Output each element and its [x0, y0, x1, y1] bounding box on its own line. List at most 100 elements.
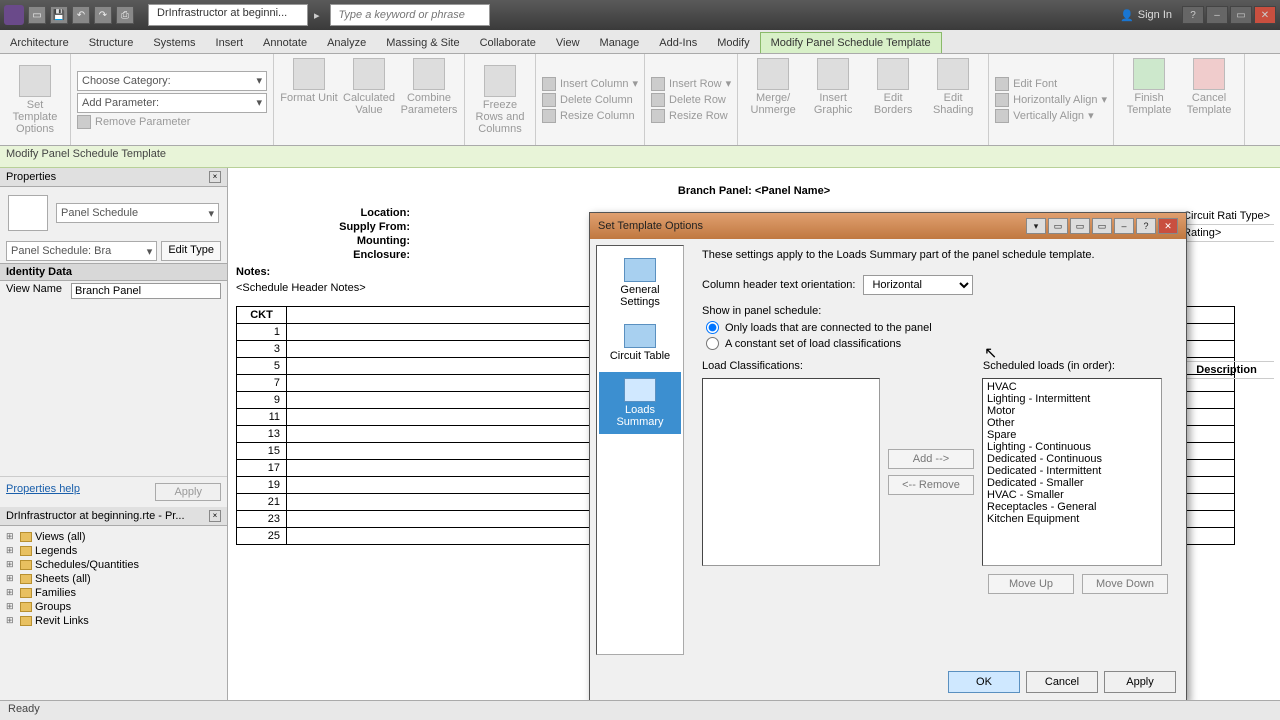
insert-column-button[interactable]: Insert Column▾ [542, 77, 638, 91]
list-item[interactable]: Dedicated - Intermittent [985, 465, 1159, 477]
app-icon[interactable] [4, 5, 24, 25]
list-item[interactable]: Dedicated - Continuous [985, 453, 1159, 465]
delete-column-button[interactable]: Delete Column [542, 93, 638, 107]
tree-item[interactable]: Groups [4, 600, 223, 614]
remove-parameter-button[interactable]: Remove Parameter [77, 115, 267, 129]
list-item[interactable]: Other [985, 417, 1159, 429]
project-browser[interactable]: Views (all)LegendsSchedules/QuantitiesSh… [0, 526, 227, 701]
tree-item[interactable]: Legends [4, 544, 223, 558]
instance-combo[interactable]: Panel Schedule: Bra▾ [6, 241, 157, 261]
list-item[interactable]: HVAC [985, 381, 1159, 393]
add-parameter-combo[interactable]: Add Parameter:▾ [77, 93, 267, 113]
tab-structure[interactable]: Structure [79, 33, 144, 53]
cancel-template-button[interactable]: Cancel Template [1180, 58, 1238, 141]
properties-help-link[interactable]: Properties help [6, 483, 80, 501]
resize-column-button[interactable]: Resize Column [542, 109, 638, 123]
dialog-btn2[interactable]: ▭ [1048, 218, 1068, 234]
radio-constant-set[interactable] [706, 337, 719, 350]
insert-graphic-button[interactable]: Insert Graphic [804, 58, 862, 141]
ok-button[interactable]: OK [948, 671, 1020, 693]
move-up-button[interactable]: Move Up [988, 574, 1074, 594]
redo-icon[interactable]: ↷ [94, 6, 112, 24]
resize-row-button[interactable]: Resize Row [651, 109, 731, 123]
list-item[interactable]: Dedicated - Smaller [985, 477, 1159, 489]
tree-item[interactable]: Revit Links [4, 614, 223, 628]
merge-unmerge-button[interactable]: Merge/ Unmerge [744, 58, 802, 141]
maximize-icon[interactable]: ▭ [1230, 6, 1252, 24]
dialog-help-icon[interactable]: ? [1136, 218, 1156, 234]
edit-font-button[interactable]: Edit Font [995, 77, 1107, 91]
list-item[interactable]: HVAC - Smaller [985, 489, 1159, 501]
horizontal-align-button[interactable]: Horizontally Align▾ [995, 93, 1107, 107]
tree-item[interactable]: Sheets (all) [4, 572, 223, 586]
insert-row-button[interactable]: Insert Row▾ [651, 77, 731, 91]
format-unit-button[interactable]: Format Unit [280, 58, 338, 141]
tab-modify-panel-schedule-template[interactable]: Modify Panel Schedule Template [760, 32, 942, 53]
vertical-align-button[interactable]: Vertically Align▾ [995, 109, 1107, 123]
tab-analyze[interactable]: Analyze [317, 33, 376, 53]
sign-in-link[interactable]: 👤 Sign In [1120, 6, 1172, 24]
dialog-nav-item[interactable]: Loads Summary [599, 372, 681, 434]
freeze-rows-columns-button[interactable]: Freeze Rows and Columns [471, 65, 529, 135]
dialog-titlebar[interactable]: Set Template Options ▾ ▭ ▭ ▭ – ? ✕ [590, 213, 1186, 239]
tree-item[interactable]: Families [4, 586, 223, 600]
close-panel-icon[interactable]: × [209, 171, 221, 183]
print-icon[interactable]: ⎙ [116, 6, 134, 24]
edit-type-button[interactable]: Edit Type [161, 241, 221, 261]
search-input[interactable] [330, 4, 490, 26]
choose-category-combo[interactable]: Choose Category:▾ [77, 71, 267, 91]
orientation-select[interactable]: Horizontal [863, 275, 973, 295]
close-browser-icon[interactable]: × [209, 510, 221, 522]
dialog-btn3[interactable]: ▭ [1070, 218, 1090, 234]
tree-item[interactable]: Schedules/Quantities [4, 558, 223, 572]
tab-massing-site[interactable]: Massing & Site [376, 33, 469, 53]
list-item[interactable]: Lighting - Continuous [985, 441, 1159, 453]
list-item[interactable]: Receptacles - General [985, 501, 1159, 513]
radio-connected-loads[interactable] [706, 321, 719, 334]
delete-row-button[interactable]: Delete Row [651, 93, 731, 107]
tab-collaborate[interactable]: Collaborate [470, 33, 546, 53]
add-button[interactable]: Add --> [888, 449, 974, 469]
view-name-input[interactable] [71, 283, 221, 299]
list-item[interactable]: Spare [985, 429, 1159, 441]
help-icon[interactable]: ? [1182, 6, 1204, 24]
tab-view[interactable]: View [546, 33, 590, 53]
dialog-nav-item[interactable]: General Settings [599, 252, 681, 314]
dialog-btn1[interactable]: ▾ [1026, 218, 1046, 234]
tab-add-ins[interactable]: Add-Ins [649, 33, 707, 53]
dialog-min-icon[interactable]: – [1114, 218, 1134, 234]
dialog-close-icon[interactable]: ✕ [1158, 218, 1178, 234]
load-classifications-listbox[interactable] [702, 378, 880, 566]
type-selector-combo[interactable]: Panel Schedule▾ [56, 203, 219, 223]
save-icon[interactable]: 💾 [50, 6, 68, 24]
tab-annotate[interactable]: Annotate [253, 33, 317, 53]
scheduled-loads-listbox[interactable]: HVACLighting - IntermittentMotorOtherSpa… [982, 378, 1162, 566]
undo-icon[interactable]: ↶ [72, 6, 90, 24]
list-item[interactable]: Motor [985, 405, 1159, 417]
apply-button[interactable]: Apply [1104, 671, 1176, 693]
minimize-icon[interactable]: – [1206, 6, 1228, 24]
move-down-button[interactable]: Move Down [1082, 574, 1168, 594]
tree-item[interactable]: Views (all) [4, 530, 223, 544]
finish-template-button[interactable]: Finish Template [1120, 58, 1178, 141]
identity-data-header: Identity Data [0, 263, 227, 281]
set-template-options-button[interactable]: Set Template Options [6, 65, 64, 135]
tab-insert[interactable]: Insert [206, 33, 254, 53]
remove-button[interactable]: <-- Remove [888, 475, 974, 495]
list-item[interactable]: Kitchen Equipment [985, 513, 1159, 525]
tab-systems[interactable]: Systems [143, 33, 205, 53]
dialog-nav-item[interactable]: Circuit Table [599, 318, 681, 368]
tab-modify[interactable]: Modify [707, 33, 759, 53]
cancel-button[interactable]: Cancel [1026, 671, 1098, 693]
combine-parameters-button[interactable]: Combine Parameters [400, 58, 458, 141]
calculated-value-button[interactable]: Calculated Value [340, 58, 398, 141]
tab-architecture[interactable]: Architecture [0, 33, 79, 53]
edit-borders-button[interactable]: Edit Borders [864, 58, 922, 141]
edit-shading-button[interactable]: Edit Shading [924, 58, 982, 141]
tab-manage[interactable]: Manage [590, 33, 650, 53]
list-item[interactable]: Lighting - Intermittent [985, 393, 1159, 405]
apply-properties-button[interactable]: Apply [155, 483, 221, 501]
dialog-btn4[interactable]: ▭ [1092, 218, 1112, 234]
open-icon[interactable]: ▭ [28, 6, 46, 24]
close-icon[interactable]: ✕ [1254, 6, 1276, 24]
